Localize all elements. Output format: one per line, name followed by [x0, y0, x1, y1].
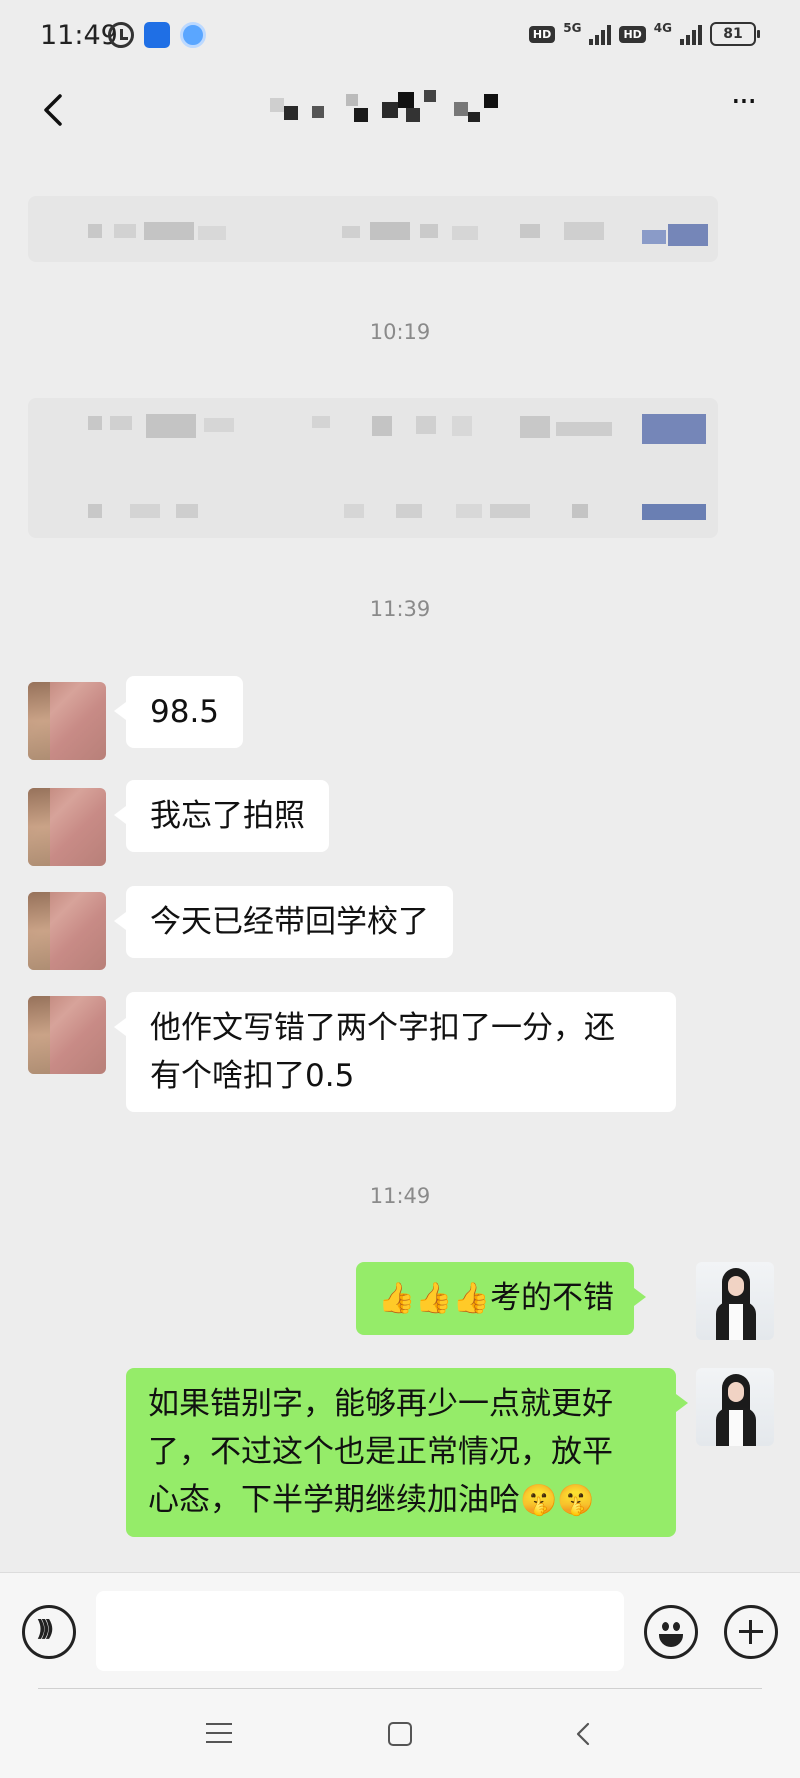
status-bar: 11:49 HD 5G HD 4G 81 [0, 0, 800, 76]
chat-header: ··· [0, 76, 800, 142]
plus-icon[interactable] [724, 1605, 778, 1659]
timestamp: 11:39 [369, 597, 431, 621]
status-time: 11:49 [40, 20, 118, 51]
status-icons-right: HD 5G HD 4G 81 [528, 21, 760, 46]
message-text-line: 心态，下半学期继续加油哈 [148, 1482, 520, 1518]
network-type-label: 4G [653, 21, 672, 35]
hd-badge: HD [528, 25, 556, 43]
my-avatar[interactable] [696, 1368, 774, 1446]
divider [38, 1688, 762, 1689]
message-text-line: 了，不过这个也是正常情况，放平 [148, 1434, 613, 1470]
system-navigation-bar [0, 1688, 800, 1778]
message-bubble-outgoing[interactable]: 👍👍👍考的不错 [356, 1262, 647, 1335]
message-bubble-outgoing[interactable]: 如果错别字，能够再少一点就更好 了，不过这个也是正常情况，放平 心态，下半学期继… [126, 1368, 688, 1537]
chat-input-bar [0, 1572, 800, 1688]
message-text-line: 他作文写错了两个字扣了一分，还 [150, 1010, 615, 1046]
hd-badge: HD [619, 25, 646, 43]
contact-avatar[interactable] [28, 682, 106, 760]
message-text-line: 有个啥扣了0.5 [150, 1058, 355, 1094]
timestamp: 11:49 [369, 1184, 431, 1208]
home-icon[interactable] [388, 1722, 412, 1746]
menu-icon[interactable] [206, 1723, 232, 1745]
more-icon[interactable]: ··· [720, 85, 766, 124]
message-text: 考的不错 [490, 1280, 615, 1316]
status-icons-left [108, 22, 206, 48]
message-input[interactable] [96, 1591, 624, 1671]
browser-notification-icon [180, 22, 206, 48]
message-text-line: 如果错别字，能够再少一点就更好 [148, 1386, 613, 1422]
my-avatar[interactable] [696, 1262, 774, 1340]
message-bubble-incoming[interactable]: 他作文写错了两个字扣了一分，还 有个啥扣了0.5 [114, 992, 676, 1112]
thumbs-up-emoji: 👍👍👍 [378, 1281, 491, 1316]
redacted-message-content [88, 414, 706, 520]
shush-emoji: 🤫🤫 [520, 1483, 595, 1518]
emoji-icon[interactable] [644, 1605, 698, 1659]
chat-title-redacted [270, 84, 530, 134]
contact-avatar[interactable] [28, 788, 106, 866]
message-text: 98.5 [150, 694, 220, 730]
network-type-label: 5G [563, 21, 582, 35]
alarm-icon [108, 22, 134, 48]
contact-avatar[interactable] [28, 996, 106, 1074]
message-text: 今天已经带回学校了 [150, 904, 429, 940]
app-notification-icon [144, 22, 170, 48]
message-bubble-incoming[interactable]: 今天已经带回学校了 [114, 886, 453, 958]
message-bubble-incoming[interactable]: 98.5 [113, 676, 244, 748]
back-icon[interactable] [572, 1722, 596, 1746]
message-text: 我忘了拍照 [150, 798, 305, 834]
message-bubble-incoming[interactable]: 我忘了拍照 [114, 780, 329, 852]
battery-icon: 81 [710, 22, 760, 46]
voice-icon[interactable] [22, 1605, 76, 1659]
signal-icon [589, 23, 612, 45]
timestamp: 10:19 [369, 320, 431, 344]
contact-avatar[interactable] [28, 892, 106, 970]
redacted-message-content [88, 222, 708, 246]
signal-icon [680, 23, 702, 45]
chevron-left-icon[interactable] [34, 90, 74, 130]
